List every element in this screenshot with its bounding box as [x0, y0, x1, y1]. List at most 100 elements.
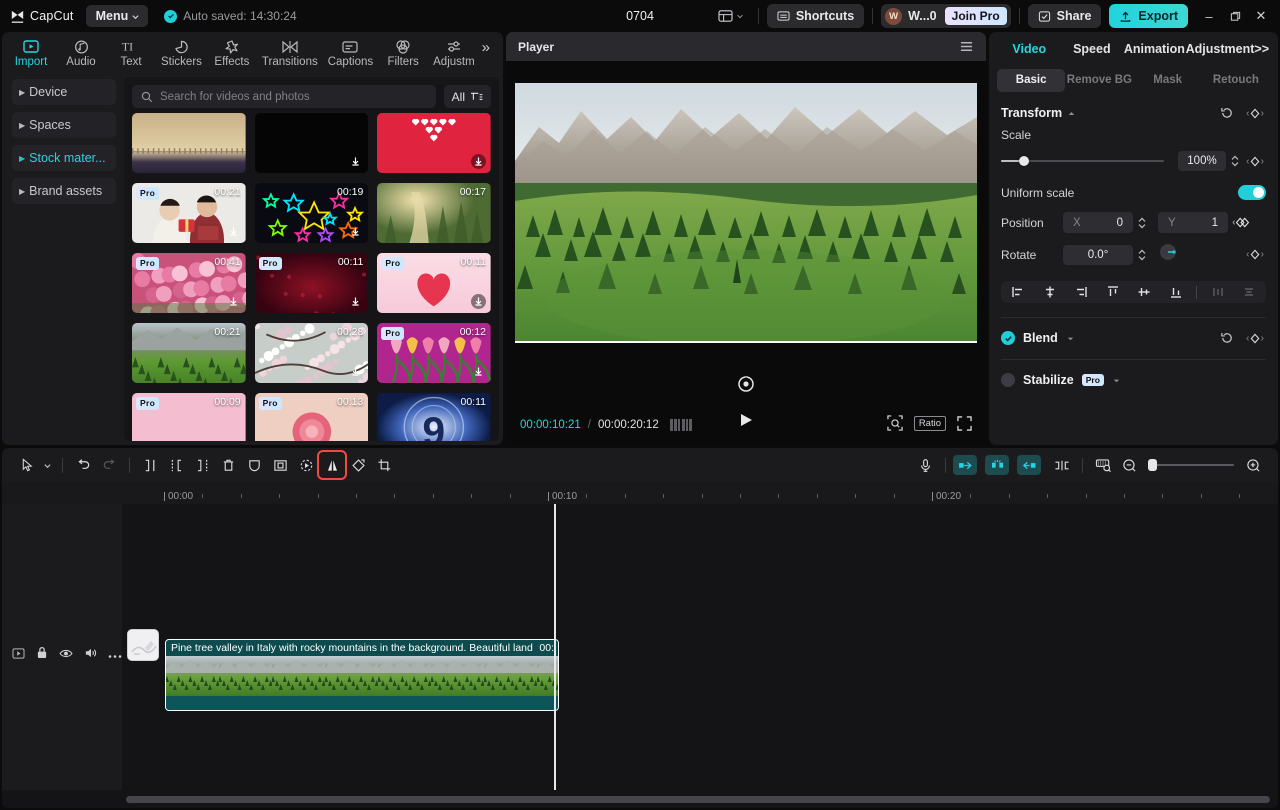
- track-area[interactable]: Pine tree valley in Italy with rocky mou…: [122, 504, 1278, 790]
- fullscreen-button[interactable]: [957, 416, 972, 431]
- crop-frame-button[interactable]: [267, 452, 293, 478]
- download-icon[interactable]: [226, 224, 241, 239]
- zoom-fit-button[interactable]: [887, 415, 903, 431]
- zoom-in-button[interactable]: [1240, 452, 1266, 478]
- blend-checkbox[interactable]: [1001, 331, 1015, 345]
- rotate-stepper[interactable]: [1137, 248, 1147, 262]
- align-left-button[interactable]: [1007, 281, 1029, 303]
- mute-track-button[interactable]: [84, 646, 97, 664]
- chevron-up-icon[interactable]: [1067, 109, 1076, 118]
- freeze-button[interactable]: [293, 452, 319, 478]
- tab-text[interactable]: TI Text: [106, 37, 156, 68]
- crop-button[interactable]: [371, 452, 397, 478]
- sidebar-item-stock-materials[interactable]: ▶ Stock mater...: [12, 145, 116, 171]
- tab-captions[interactable]: Captions: [323, 37, 378, 68]
- media-card[interactable]: Pro00:12: [377, 323, 491, 383]
- align-right-button[interactable]: [1070, 281, 1092, 303]
- zoom-knob[interactable]: [1148, 459, 1157, 471]
- rotate-keyframe-icon[interactable]: [1244, 248, 1266, 261]
- tab-speed[interactable]: Speed: [1061, 42, 1124, 56]
- sidebar-item-device[interactable]: ▶ Device: [12, 79, 116, 105]
- undo-button[interactable]: [70, 452, 96, 478]
- media-card[interactable]: Pro00:13: [255, 393, 369, 441]
- zoom-out-button[interactable]: [1116, 452, 1142, 478]
- download-icon[interactable]: [471, 294, 486, 309]
- blend-keyframe-icon[interactable]: [1244, 332, 1266, 345]
- blend-reset-icon[interactable]: [1220, 331, 1234, 345]
- reset-frame-button[interactable]: [737, 375, 755, 393]
- reset-icon[interactable]: [1220, 106, 1234, 120]
- timeline-zoom-slider[interactable]: [1148, 458, 1234, 472]
- tab-video[interactable]: Video: [998, 42, 1061, 56]
- download-icon[interactable]: [348, 364, 363, 379]
- hide-track-button[interactable]: [59, 646, 73, 664]
- delete-button[interactable]: [215, 452, 241, 478]
- shortcuts-button[interactable]: Shortcuts: [767, 4, 864, 28]
- media-card[interactable]: 00:19: [255, 183, 369, 243]
- ratio-button[interactable]: Ratio: [914, 416, 946, 431]
- link-left-button[interactable]: [953, 455, 977, 475]
- media-card[interactable]: [377, 113, 491, 173]
- minimize-button[interactable]: –: [1196, 3, 1222, 29]
- redo-button[interactable]: [96, 452, 122, 478]
- subtab-basic[interactable]: Basic: [997, 69, 1065, 92]
- download-icon[interactable]: [226, 294, 241, 309]
- media-card[interactable]: Pro00:11: [255, 253, 369, 313]
- select-tool-dropdown[interactable]: [40, 452, 55, 478]
- distribute-horizontal-button[interactable]: [1207, 281, 1229, 303]
- rotate-value[interactable]: 0.0°: [1063, 245, 1133, 265]
- media-card[interactable]: 00:21: [132, 323, 246, 383]
- tab-stickers[interactable]: Stickers: [156, 37, 207, 68]
- trim-left-button[interactable]: [163, 452, 189, 478]
- ruler-scale[interactable]: 00:0000:1000:2000:3000:4000:50: [122, 482, 1278, 504]
- layout-button[interactable]: [712, 5, 750, 27]
- split-button[interactable]: [137, 452, 163, 478]
- maximize-button[interactable]: [1222, 3, 1248, 29]
- subtab-remove-bg[interactable]: Remove BG: [1065, 69, 1133, 92]
- tab-adjustment[interactable]: Adjustm: [428, 37, 480, 68]
- search-input[interactable]: [160, 91, 427, 103]
- position-keyframe-icon[interactable]: [1231, 216, 1253, 229]
- join-pro-button[interactable]: Join Pro: [945, 7, 1007, 25]
- link-right-button[interactable]: [1017, 455, 1041, 475]
- media-card[interactable]: Pro00:11: [377, 253, 491, 313]
- rotate-button[interactable]: [345, 452, 371, 478]
- timecode-mode-icon[interactable]: [670, 419, 692, 431]
- tab-transitions[interactable]: Transitions: [257, 37, 323, 68]
- more-tabs-button[interactable]: »: [482, 39, 490, 66]
- download-icon[interactable]: [348, 294, 363, 309]
- media-card[interactable]: [132, 113, 246, 173]
- search-box[interactable]: [132, 85, 436, 108]
- uniform-scale-toggle[interactable]: [1238, 185, 1266, 200]
- scrollbar-thumb[interactable]: [126, 796, 1270, 803]
- magnetic-button[interactable]: [985, 455, 1009, 475]
- media-card[interactable]: 00:28: [255, 323, 369, 383]
- chevron-down-icon[interactable]: [1066, 334, 1075, 343]
- close-button[interactable]: ✕: [1248, 3, 1274, 29]
- select-tool-button[interactable]: [14, 452, 40, 478]
- track-more-button[interactable]: [108, 646, 122, 664]
- distribute-vertical-button[interactable]: [1238, 281, 1260, 303]
- lock-track-button[interactable]: [36, 646, 48, 664]
- download-icon[interactable]: [471, 364, 486, 379]
- player-menu-icon[interactable]: [959, 40, 974, 53]
- download-icon[interactable]: [348, 224, 363, 239]
- stabilize-checkbox[interactable]: [1001, 373, 1015, 387]
- align-center-v-button[interactable]: [1133, 281, 1155, 303]
- video-preview[interactable]: [515, 83, 977, 343]
- subtab-mask[interactable]: Mask: [1134, 69, 1202, 92]
- playhead[interactable]: [554, 504, 556, 790]
- download-icon[interactable]: [348, 154, 363, 169]
- download-icon[interactable]: [471, 154, 486, 169]
- position-y-field[interactable]: Y 1: [1158, 212, 1228, 233]
- export-button[interactable]: Export: [1109, 4, 1188, 28]
- tab-animation[interactable]: Animation: [1123, 42, 1186, 56]
- mask-button[interactable]: [241, 452, 267, 478]
- position-x-stepper[interactable]: [1137, 216, 1147, 230]
- fit-timeline-button[interactable]: [1090, 452, 1116, 478]
- tab-audio[interactable]: Audio: [56, 37, 106, 68]
- mirror-button[interactable]: [319, 452, 345, 478]
- scale-slider[interactable]: [1001, 154, 1164, 168]
- sidebar-item-brand-assets[interactable]: ▶ Brand assets: [12, 178, 116, 204]
- play-button[interactable]: [738, 412, 754, 433]
